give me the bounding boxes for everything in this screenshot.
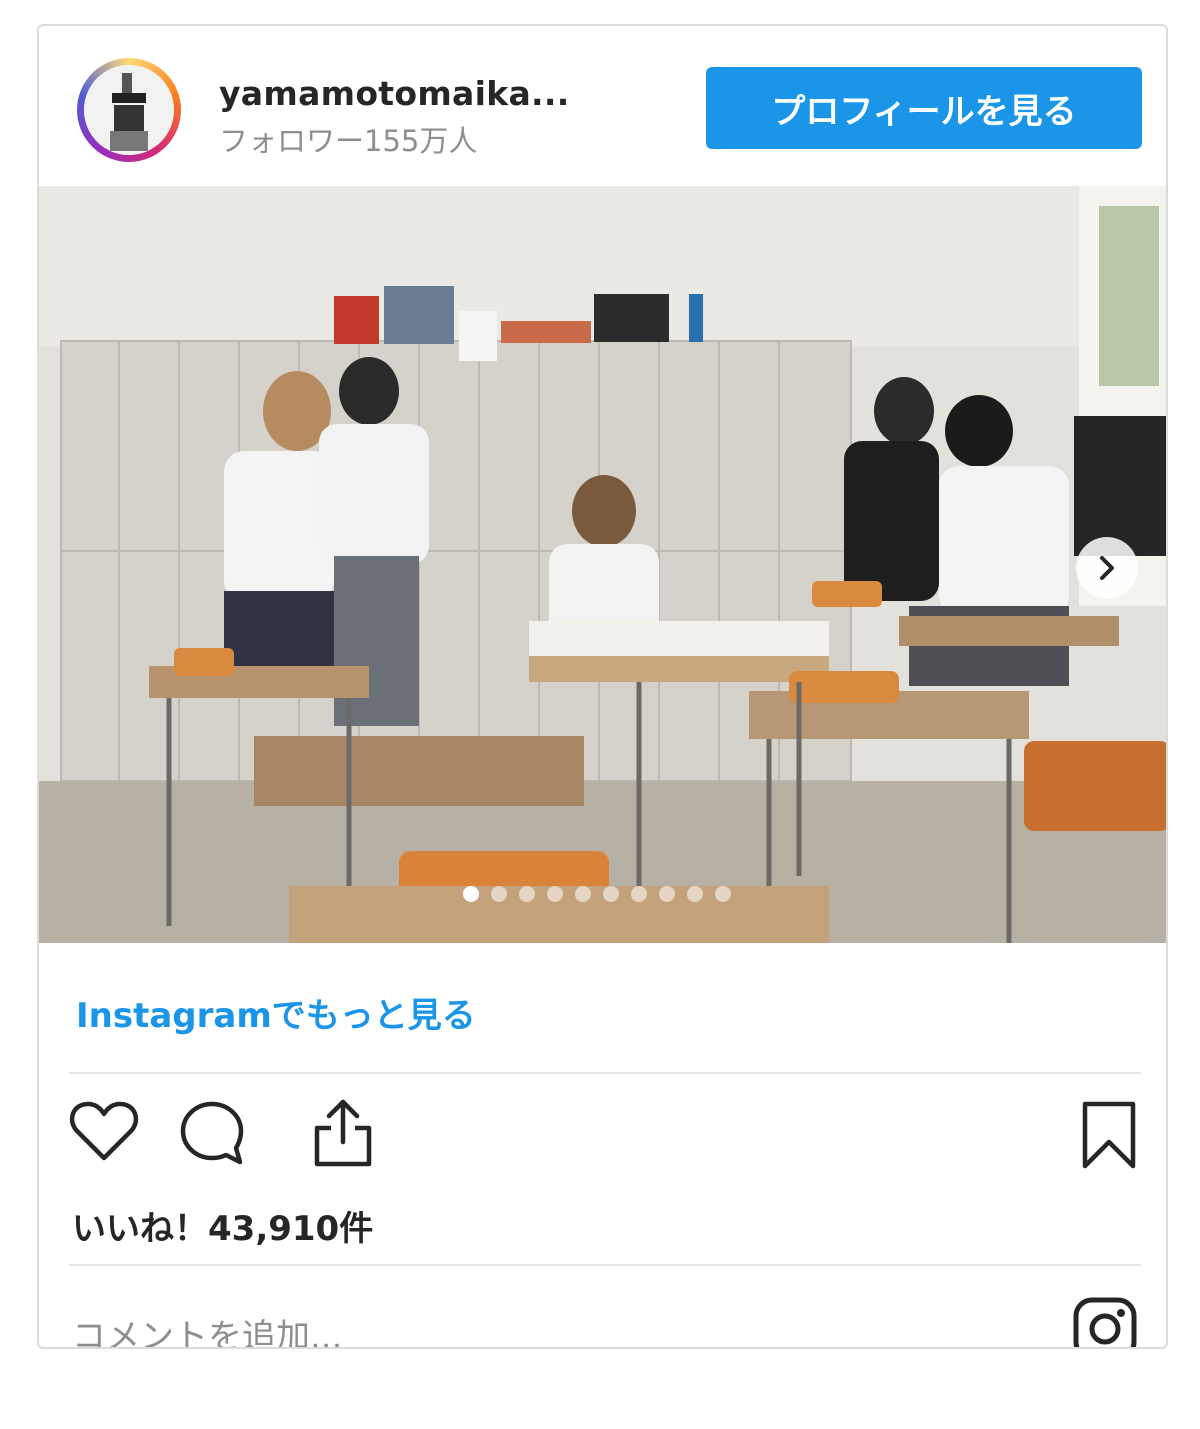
- follower-count: フォロワー155万人: [219, 124, 478, 158]
- share-icon[interactable]: [311, 1098, 375, 1168]
- divider: [69, 1264, 1141, 1266]
- carousel-dot: [603, 886, 619, 902]
- carousel-dot: [659, 886, 675, 902]
- carousel-dot: [547, 886, 563, 902]
- avatar-image: [84, 65, 174, 155]
- divider: [69, 1072, 1141, 1074]
- carousel-dot: [631, 886, 647, 902]
- comment-icon[interactable]: [179, 1100, 245, 1166]
- avatar[interactable]: [77, 58, 181, 162]
- carousel-dot: [491, 886, 507, 902]
- view-more-on-instagram-link[interactable]: Instagramでもっと見る: [76, 988, 476, 1037]
- classroom-photo: [39, 186, 1166, 943]
- carousel-dot: [687, 886, 703, 902]
- bookmark-icon[interactable]: [1079, 1100, 1139, 1170]
- carousel-dot-active: [463, 886, 479, 902]
- chevron-right-icon: [1100, 556, 1114, 580]
- carousel-dot: [575, 886, 591, 902]
- next-slide-button[interactable]: [1076, 537, 1138, 599]
- instagram-icon[interactable]: [1072, 1296, 1138, 1349]
- post-image[interactable]: [39, 186, 1166, 943]
- carousel-dot: [715, 886, 731, 902]
- instagram-embed-card: yamamotomaika... フォロワー155万人 プロフィールを見る In…: [37, 24, 1168, 1349]
- action-bar: [69, 1098, 1141, 1170]
- carousel-dot: [519, 886, 535, 902]
- carousel-indicator: [463, 886, 731, 902]
- heart-icon[interactable]: [69, 1100, 139, 1162]
- username[interactable]: yamamotomaika...: [219, 74, 570, 113]
- like-count[interactable]: いいね！43,910件: [72, 1201, 373, 1250]
- view-profile-button[interactable]: プロフィールを見る: [706, 67, 1142, 149]
- add-comment-input[interactable]: コメントを追加...: [72, 1309, 342, 1347]
